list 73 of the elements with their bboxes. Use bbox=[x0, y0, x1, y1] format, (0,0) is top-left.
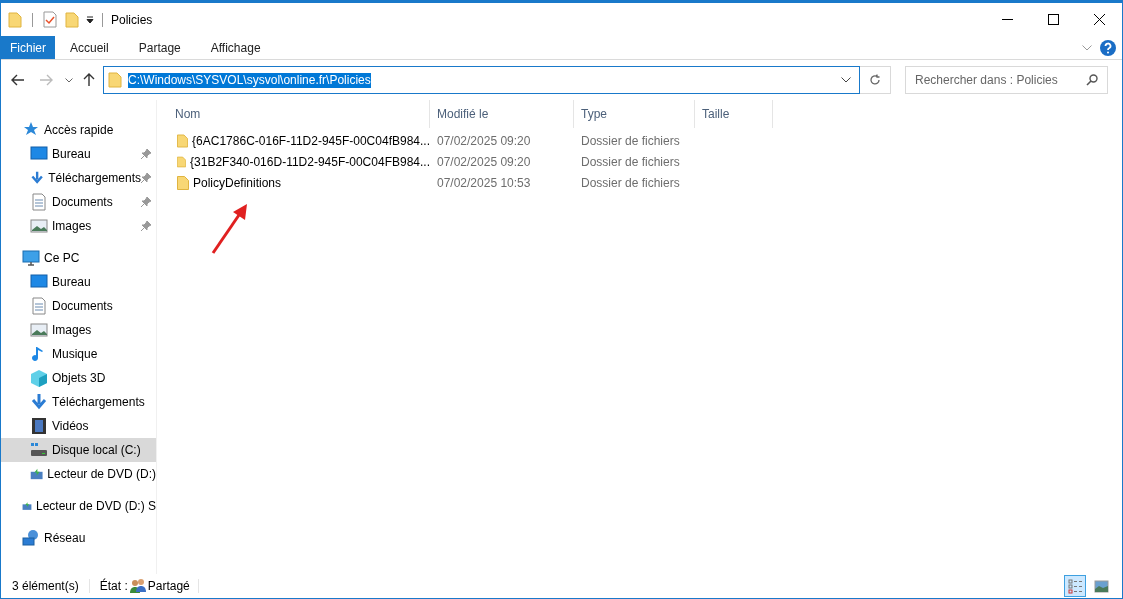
back-icon[interactable] bbox=[11, 74, 25, 86]
sidebar-item[interactable]: Ce PC bbox=[1, 246, 156, 270]
sidebar-item[interactable]: Images bbox=[1, 318, 156, 342]
desktop-icon bbox=[30, 145, 48, 163]
file-name[interactable]: {31B2F340-016D-11D2-945F-00C04FB984... bbox=[190, 152, 430, 171]
column-header[interactable]: Modifié le bbox=[430, 100, 574, 128]
cube-icon bbox=[30, 369, 48, 387]
date-cell-text: 07/02/2025 09:20 bbox=[436, 153, 532, 171]
image-icon bbox=[30, 321, 48, 339]
state-label: État : bbox=[99, 577, 128, 595]
dropdown-icon[interactable] bbox=[841, 77, 851, 83]
document-icon bbox=[30, 297, 48, 315]
film-icon bbox=[30, 417, 48, 435]
sidebar-item[interactable]: Bureau bbox=[1, 270, 156, 294]
customize-dropdown-icon[interactable] bbox=[86, 15, 94, 24]
sidebar-item[interactable]: Lecteur de DVD (D:) bbox=[1, 462, 156, 486]
window-title: Policies bbox=[111, 11, 153, 29]
ribbon-tab[interactable]: Accueil bbox=[55, 36, 124, 59]
properties-icon[interactable] bbox=[43, 11, 57, 28]
up-icon[interactable] bbox=[83, 73, 95, 87]
help-icon[interactable] bbox=[1100, 39, 1116, 56]
file-name[interactable]: {6AC1786C-016F-11D2-945F-00C04fB984... bbox=[192, 131, 430, 150]
sidebar-item[interactable]: Documents bbox=[1, 294, 156, 318]
column-header[interactable]: Taille bbox=[695, 100, 773, 128]
ribbon-tab[interactable]: Partage bbox=[123, 36, 196, 59]
folder-icon bbox=[108, 72, 122, 88]
type-cell-text: Dossier de fichiers bbox=[580, 132, 681, 150]
folder-icon bbox=[177, 154, 187, 169]
network-icon bbox=[22, 529, 40, 547]
sidebar-item[interactable]: Bureau bbox=[1, 142, 156, 166]
sidebar-item[interactable]: Accès rapide bbox=[1, 118, 156, 142]
computer-icon bbox=[22, 249, 40, 267]
refresh-button[interactable] bbox=[860, 66, 891, 94]
type-cell-text: Dossier de fichiers bbox=[580, 174, 681, 192]
folder-icon bbox=[177, 175, 189, 190]
column-header[interactable]: Nom bbox=[168, 100, 430, 128]
column-header[interactable]: Type bbox=[574, 100, 695, 128]
users-icon bbox=[128, 578, 147, 594]
maximize-icon bbox=[1047, 14, 1059, 25]
document-icon bbox=[30, 193, 48, 211]
sidebar-item[interactable]: Téléchargements bbox=[1, 390, 156, 414]
forward-icon[interactable] bbox=[39, 74, 53, 86]
drive-icon bbox=[30, 441, 48, 459]
item-count: 3 élément(s) bbox=[12, 578, 79, 595]
sidebar-item[interactable]: Réseau bbox=[1, 526, 156, 550]
ribbon-tab[interactable]: Affichage bbox=[195, 36, 276, 59]
recent-locations-icon[interactable] bbox=[65, 77, 73, 83]
close-icon bbox=[1093, 14, 1105, 25]
sidebar-item[interactable]: Vidéos bbox=[1, 414, 156, 438]
expand-ribbon-icon[interactable] bbox=[1082, 44, 1092, 51]
refresh-icon bbox=[869, 74, 881, 86]
sidebar-item[interactable]: Lecteur de DVD (D:) S bbox=[1, 494, 156, 518]
date-cell-text: 07/02/2025 10:53 bbox=[436, 174, 532, 192]
annotation-arrow bbox=[211, 203, 249, 255]
details-view-icon[interactable] bbox=[1064, 575, 1086, 597]
folder-icon bbox=[177, 133, 189, 148]
sidebar-item[interactable]: Images bbox=[1, 214, 156, 238]
sidebar-item[interactable]: Documents bbox=[1, 190, 156, 214]
address-field[interactable]: C:\Windows\SYSVOL\sysvol\online.fr\Policies bbox=[103, 66, 860, 94]
desktop-icon bbox=[30, 273, 48, 291]
sidebar-item[interactable]: Téléchargements bbox=[1, 166, 156, 190]
sidebar-item[interactable]: Musique bbox=[1, 342, 156, 366]
sidebar-item[interactable]: Objets 3D bbox=[1, 366, 156, 390]
image-icon bbox=[30, 217, 48, 235]
file-name[interactable]: PolicyDefinitions bbox=[193, 173, 282, 192]
search-field[interactable]: Rechercher dans : Policies bbox=[905, 66, 1108, 94]
type-cell-text: Dossier de fichiers bbox=[580, 153, 681, 171]
ribbon-tab[interactable]: Fichier bbox=[1, 36, 55, 59]
share-state: Partagé bbox=[147, 578, 190, 595]
date-cell-text: 07/02/2025 09:20 bbox=[436, 132, 532, 150]
sidebar-item[interactable]: Disque local (C:) bbox=[1, 438, 156, 462]
download-icon bbox=[30, 393, 48, 411]
search-icon bbox=[1086, 74, 1098, 86]
